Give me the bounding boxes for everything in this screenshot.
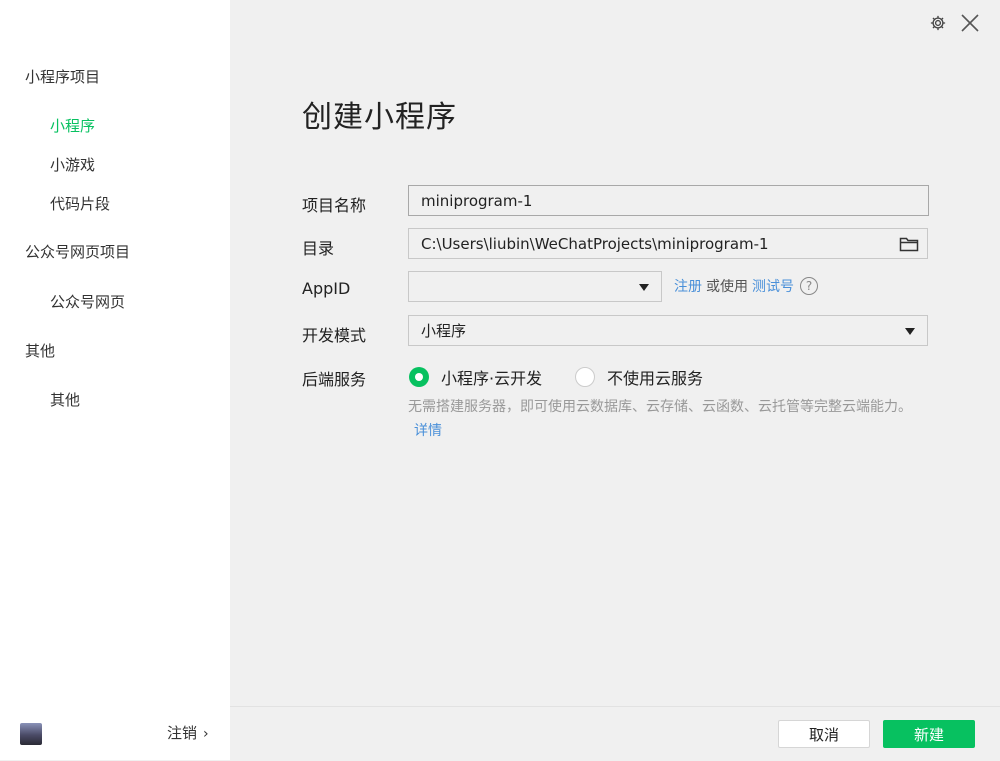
- backend-description: 无需搭建服务器，即可使用云数据库、云存储、云函数、云托管等完整云端能力。 详情: [408, 395, 928, 443]
- directory-label: 目录: [302, 239, 335, 258]
- project-name-label: 项目名称: [302, 196, 367, 215]
- page-title: 创建小程序: [302, 100, 457, 135]
- test-account-link[interactable]: 测试号: [752, 276, 794, 296]
- radio-no-cloud[interactable]: 不使用云服务: [575, 365, 703, 389]
- sidebar-item-minigame[interactable]: 小游戏: [50, 154, 95, 175]
- details-link[interactable]: 详情: [414, 423, 442, 439]
- sidebar-item-other[interactable]: 其他: [50, 389, 80, 410]
- backend-label: 后端服务: [302, 370, 367, 389]
- register-link[interactable]: 注册: [674, 276, 702, 296]
- create-button[interactable]: 新建: [883, 720, 975, 748]
- sidebar-group-other: 其他: [25, 342, 56, 360]
- appid-label: AppID: [302, 279, 351, 298]
- appid-select[interactable]: [408, 271, 662, 302]
- dev-mode-value: 小程序: [421, 322, 467, 340]
- directory-input[interactable]: C:\Users\liubin\WeChatProjects\miniprogr…: [408, 228, 928, 259]
- radio-unchecked-icon: [575, 367, 595, 387]
- dev-mode-select[interactable]: 小程序: [408, 315, 928, 346]
- avatar[interactable]: [20, 723, 42, 745]
- radio-no-cloud-label: 不使用云服务: [607, 369, 704, 388]
- sidebar-group-official-account: 公众号网页项目: [25, 243, 131, 261]
- help-icon[interactable]: ?: [800, 277, 818, 295]
- cancel-button[interactable]: 取消: [778, 720, 870, 748]
- project-name-value: miniprogram-1: [421, 191, 533, 210]
- sidebar: 小程序项目 小程序 小游戏 代码片段 公众号网页项目 公众号网页 其他 其他 注…: [0, 0, 230, 760]
- logout-button[interactable]: 注销 ›: [167, 722, 209, 743]
- backend-description-text: 无需搭建服务器，即可使用云数据库、云存储、云函数、云托管等完整云端能力。: [408, 399, 912, 415]
- or-use-text: 或使用: [706, 279, 748, 295]
- logout-label: 注销: [167, 724, 198, 742]
- radio-cloud-dev[interactable]: 小程序·云开发: [409, 365, 542, 389]
- sidebar-item-code-snippet[interactable]: 代码片段: [50, 193, 110, 214]
- sidebar-group-miniprogram-projects: 小程序项目: [25, 68, 101, 86]
- project-name-input[interactable]: miniprogram-1: [408, 185, 929, 216]
- sidebar-item-official-account-web[interactable]: 公众号网页: [50, 291, 125, 312]
- close-icon[interactable]: [960, 13, 980, 37]
- gear-icon[interactable]: [929, 14, 947, 36]
- dev-mode-label: 开发模式: [302, 326, 367, 345]
- appid-links: 注册 或使用 测试号 ?: [674, 276, 818, 296]
- chevron-right-icon: ›: [203, 726, 209, 742]
- sidebar-item-miniprogram[interactable]: 小程序: [50, 115, 95, 136]
- chevron-down-icon: [639, 283, 649, 291]
- radio-cloud-dev-label: 小程序·云开发: [441, 369, 543, 388]
- directory-value: C:\Users\liubin\WeChatProjects\miniprogr…: [421, 234, 769, 253]
- folder-icon[interactable]: [899, 235, 919, 257]
- radio-checked-icon: [409, 367, 429, 387]
- chevron-down-icon: [905, 327, 915, 335]
